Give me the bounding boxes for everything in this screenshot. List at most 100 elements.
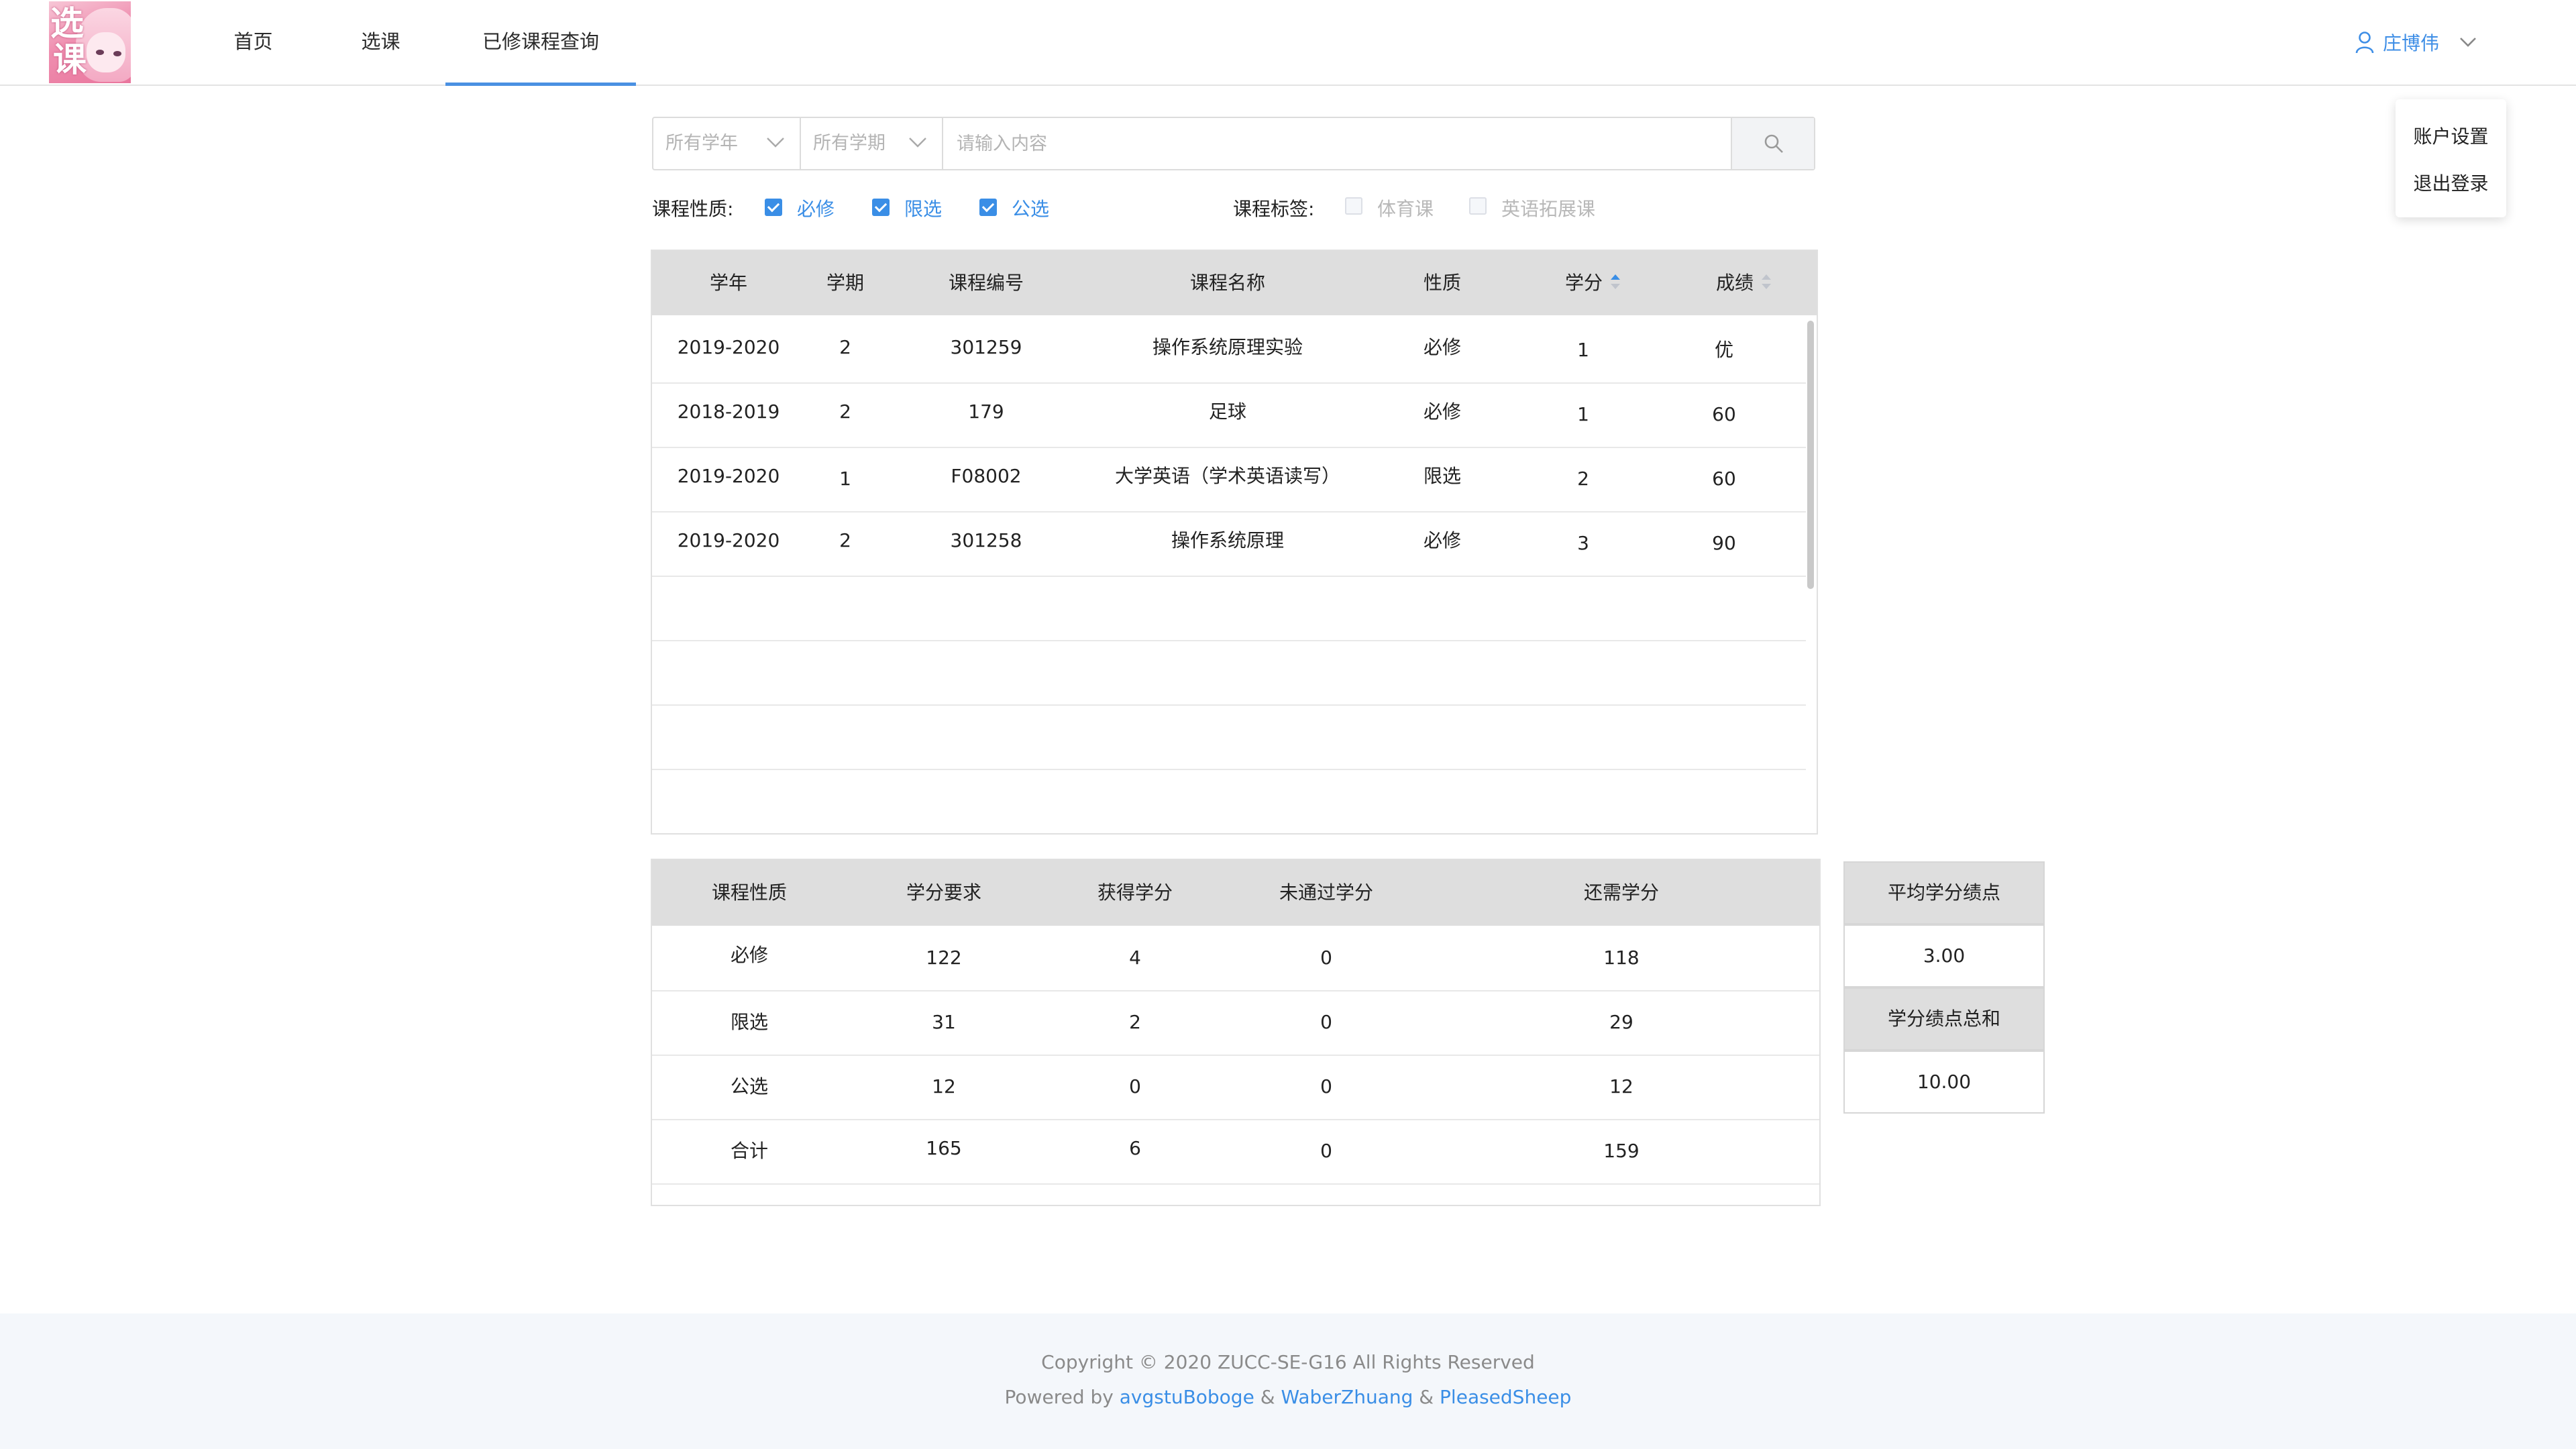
menu-item-account-settings[interactable]: 账户设置 <box>2396 122 2506 149</box>
footer-powered-prefix: Powered by <box>1004 1386 1114 1408</box>
menu-item-logout[interactable]: 退出登录 <box>2396 169 2506 196</box>
checkbox-english-extension-label[interactable]: 英语拓展课 <box>1501 195 1595 221</box>
logo[interactable]: 选 课 <box>49 1 131 83</box>
cell-earned: 0 <box>1129 1075 1141 1097</box>
search-bar: 所有学年 所有学期 <box>652 117 1815 170</box>
checkbox-english-extension[interactable] <box>1469 197 1487 215</box>
logo-glyph: 课 <box>53 40 87 79</box>
column-header-credit-required: 学分要求 <box>906 881 981 904</box>
user-menu[interactable]: 庄博伟 <box>2355 25 2485 59</box>
checkbox-pe-course-label[interactable]: 体育课 <box>1377 195 1434 221</box>
completed-courses-table: 学年 学期 课程编号 课程名称 性质 学分 成绩 2019-2020 2 301… <box>651 250 1818 835</box>
column-header-score-sortable[interactable]: 成绩 <box>1670 251 1817 315</box>
column-header-course-code: 课程编号 <box>948 272 1024 294</box>
nav-home[interactable]: 首页 <box>215 0 292 86</box>
course-tag-label: 课程标签: <box>1233 198 1315 220</box>
checkbox-restricted-elective[interactable] <box>872 199 890 216</box>
column-header-credit-failed: 未通过学分 <box>1279 881 1373 904</box>
cell-score: 优 <box>1714 339 1733 361</box>
row-divider <box>652 1055 1819 1056</box>
logo-eye <box>113 51 121 56</box>
cell-nature: 公选 <box>730 1075 768 1097</box>
credit-summary-table: 课程性质 学分要求 获得学分 未通过学分 还需学分 必修 122 4 0 118… <box>651 859 1821 1206</box>
footer-author-link[interactable]: PleasedSheep <box>1440 1386 1571 1408</box>
term-select[interactable]: 所有学期 <box>801 118 943 169</box>
checkbox-public-elective[interactable] <box>979 199 997 216</box>
row-divider <box>652 576 1806 577</box>
cell-year: 2018-2019 <box>677 400 780 423</box>
footer-author-link[interactable]: WaberZhuang <box>1281 1386 1413 1408</box>
cell-nature: 必修 <box>1423 529 1461 551</box>
cell-earned: 2 <box>1129 1011 1141 1033</box>
cell-score: 60 <box>1712 403 1736 425</box>
checkbox-restricted-elective-label[interactable]: 限选 <box>904 195 942 221</box>
chevron-down-icon <box>767 138 784 148</box>
cell-remaining: 12 <box>1609 1075 1633 1097</box>
search-button[interactable] <box>1731 118 1814 169</box>
column-header-credit-remaining: 还需学分 <box>1583 881 1659 904</box>
cell-course-code: F08002 <box>951 465 1022 487</box>
sort-icon[interactable] <box>1760 273 1772 290</box>
cell-earned: 6 <box>1129 1137 1141 1159</box>
cell-term: 1 <box>839 468 851 490</box>
cell-term: 2 <box>839 529 851 551</box>
checkbox-required[interactable] <box>765 199 782 216</box>
footer: Copyright © 2020 ZUCC-SE-G16 All Rights … <box>0 1313 2576 1449</box>
term-select-value: 所有学期 <box>813 133 885 154</box>
cell-failed: 0 <box>1320 947 1332 969</box>
row-divider <box>652 640 1806 641</box>
user-name: 庄博伟 <box>2383 32 2440 54</box>
cell-nature: 必修 <box>1423 336 1461 358</box>
cell-course-name: 操作系统原理 <box>1171 529 1284 551</box>
user-dropdown-menu: 账户设置 退出登录 <box>2396 99 2506 217</box>
row-divider <box>652 1119 1819 1120</box>
summary-header: 课程性质 学分要求 获得学分 未通过学分 还需学分 <box>652 860 1819 926</box>
cell-credit: 1 <box>1577 403 1589 425</box>
cell-credit: 2 <box>1577 468 1589 490</box>
cell-required: 12 <box>932 1075 956 1097</box>
cell-course-name: 足球 <box>1208 400 1246 423</box>
checkbox-pe-course[interactable] <box>1345 197 1362 215</box>
row-divider <box>652 382 1806 384</box>
cell-failed: 0 <box>1320 1140 1332 1162</box>
checkbox-public-elective-label[interactable]: 公选 <box>1012 195 1049 221</box>
column-header-credit: 学分 <box>1564 272 1603 294</box>
cell-earned: 4 <box>1129 947 1141 969</box>
search-input[interactable] <box>943 118 1712 169</box>
nav-course-selection[interactable]: 选课 <box>342 0 419 86</box>
row-divider <box>652 704 1806 706</box>
gpa-average-value: 3.00 <box>1843 924 2045 987</box>
footer-separator: & <box>1419 1386 1434 1408</box>
logo-eye <box>96 50 104 55</box>
cell-score: 60 <box>1712 468 1736 490</box>
cell-nature: 限选 <box>1423 465 1461 487</box>
cell-required: 31 <box>932 1011 956 1033</box>
checkbox-required-label[interactable]: 必修 <box>797 195 835 221</box>
cell-credit: 3 <box>1577 532 1589 554</box>
cell-year: 2019-2020 <box>677 529 780 551</box>
cell-failed: 0 <box>1320 1011 1332 1033</box>
cell-year: 2019-2020 <box>677 465 780 487</box>
academic-year-select[interactable]: 所有学年 <box>653 118 801 169</box>
column-header-score: 成绩 <box>1715 272 1754 294</box>
chevron-down-icon <box>2460 38 2476 47</box>
cell-year: 2019-2020 <box>677 336 780 358</box>
course-nature-label: 课程性质: <box>652 198 734 220</box>
table-scrollbar[interactable] <box>1807 321 1814 589</box>
footer-powered-by: Powered by avgstuBoboge & WaberZhuang & … <box>0 1386 2576 1408</box>
column-header-credit-earned: 获得学分 <box>1097 881 1173 904</box>
cell-remaining: 118 <box>1603 947 1640 969</box>
table-header: 学年 学期 课程编号 课程名称 性质 学分 成绩 <box>652 251 1817 315</box>
nav-completed-courses[interactable]: 已修课程查询 <box>445 0 636 86</box>
column-header-credit-sortable[interactable]: 学分 <box>1516 251 1670 315</box>
footer-author-link[interactable]: avgstuBoboge <box>1120 1386 1254 1408</box>
cell-nature: 必修 <box>730 944 768 966</box>
gpa-sum-value: 10.00 <box>1843 1051 2045 1114</box>
cell-nature: 必修 <box>1423 400 1461 423</box>
column-header-course-nature: 课程性质 <box>711 881 787 904</box>
row-divider <box>652 511 1806 513</box>
cell-course-code: 179 <box>968 400 1004 423</box>
column-header-term: 学期 <box>826 272 864 294</box>
cell-required: 122 <box>926 947 962 969</box>
sort-ascending-icon[interactable] <box>1609 273 1621 290</box>
